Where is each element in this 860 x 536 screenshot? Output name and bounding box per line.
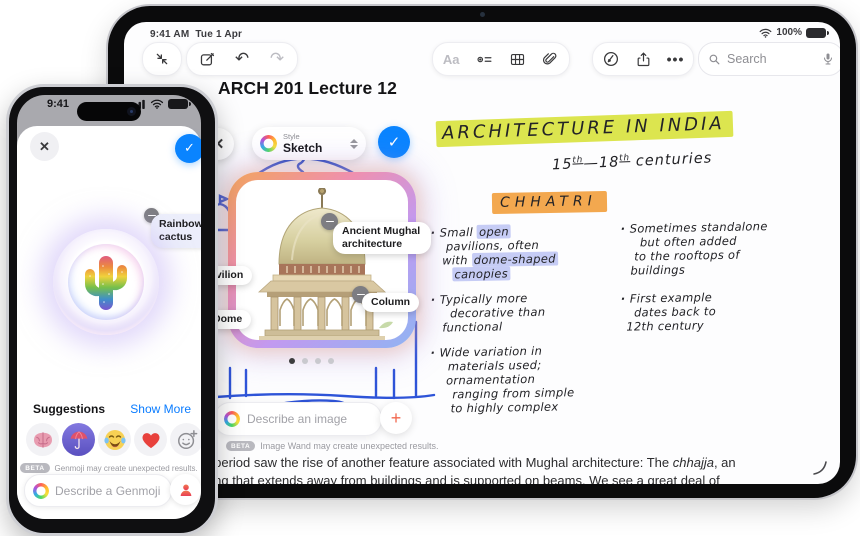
- beta-badge: BETA: [20, 463, 50, 473]
- image-wand-style-icon: [260, 135, 277, 152]
- ipad-screen: 9:41 AM Tue 1 Apr 100% ↶ ↷ Aa ••• Search…: [124, 22, 840, 484]
- person-icon: [180, 484, 191, 496]
- wand-beta-disclaimer: BETA Image Wand may create unexpected re…: [226, 441, 438, 451]
- battery-icon: [168, 99, 191, 109]
- toolbar-format-group: Aa: [432, 42, 570, 76]
- describe-image-input[interactable]: Describe an image: [214, 402, 382, 436]
- note-bullet: · Small open pavilions, often with dome-…: [430, 224, 558, 282]
- notes-left-column: · Small open pavilions, often with dome-…: [430, 224, 620, 425]
- checkmark-icon: ✓: [387, 133, 401, 151]
- beta-badge: BETA: [226, 441, 256, 451]
- describe-genmoji-input[interactable]: Describe a Genmoji: [24, 474, 172, 507]
- ipad-status-right: 100%: [759, 27, 829, 38]
- tag-column: Column: [362, 293, 420, 312]
- show-more-link[interactable]: Show More: [130, 402, 191, 416]
- handwritten-section-title: CHHATRI: [491, 190, 607, 215]
- describe-genmoji-placeholder: Describe a Genmoji: [55, 483, 161, 498]
- add-emoji-icon[interactable]: [170, 423, 201, 456]
- checklist-icon[interactable]: [469, 44, 499, 74]
- genmoji-accept-button[interactable]: ✓: [175, 134, 201, 163]
- suggestion-brain-emoji[interactable]: [26, 423, 59, 456]
- genmoji-prompt-tag: Rainbow cactus: [151, 214, 201, 248]
- redo-icon: ↷: [269, 48, 285, 69]
- ipad-status-left: 9:41 AM Tue 1 Apr: [150, 29, 242, 40]
- battery-percent: 100%: [776, 27, 802, 38]
- handwritten-heading: ARCHITECTURE IN INDIA: [435, 110, 734, 148]
- note-bullet: · First example dates back to 12th centu…: [620, 290, 717, 334]
- generated-chhatri-image: [257, 188, 393, 340]
- toolbar-collapse-group: [142, 42, 182, 76]
- undo-icon[interactable]: ↶: [227, 44, 257, 74]
- front-camera: [127, 107, 136, 116]
- search-icon: [709, 54, 720, 64]
- markup-icon[interactable]: [596, 44, 626, 74]
- describe-image-placeholder: Describe an image: [247, 412, 348, 426]
- ipad-status-time: 9:41 AM: [150, 29, 190, 40]
- suggestion-red-heart-emoji[interactable]: [134, 423, 167, 456]
- generated-image-frame[interactable]: [228, 172, 416, 348]
- tag-ancient-mughal: Ancient Mughal architecture: [333, 222, 431, 254]
- checkmark-icon: ✓: [184, 141, 195, 156]
- wifi-icon: [760, 28, 772, 38]
- wand-accept-button[interactable]: ✓: [378, 126, 410, 158]
- iphone-status-time: 9:41: [47, 98, 70, 110]
- ipad-front-camera: [480, 12, 485, 17]
- battery-icon: [806, 27, 829, 38]
- attachment-icon[interactable]: [536, 44, 566, 74]
- page-curl[interactable]: [810, 456, 832, 478]
- add-image-button[interactable]: +: [380, 402, 412, 434]
- page-dots[interactable]: [289, 358, 334, 364]
- genmoji-close-button[interactable]: ✕: [30, 132, 59, 161]
- genmoji-sheet: ✕ ✓ Rainbow cactus Suggestions Show More…: [17, 126, 201, 519]
- genmoji-icon: [33, 482, 49, 499]
- rainbow-cactus-emoji: [84, 256, 128, 310]
- chevron-up-down-icon: [350, 138, 358, 149]
- suggestions-title: Suggestions: [33, 402, 106, 416]
- plus-icon: +: [390, 407, 402, 428]
- text-format-icon: Aa: [442, 51, 460, 67]
- more-icon[interactable]: •••: [661, 44, 691, 74]
- search-field[interactable]: Search: [698, 42, 840, 76]
- handwritten-subheading: 15th—18th centuries: [551, 150, 713, 174]
- person-genmoji-button[interactable]: [170, 474, 201, 505]
- close-icon: ✕: [39, 138, 50, 154]
- ipad-status-date: Tue 1 Apr: [195, 29, 243, 40]
- notes-right-column: · Sometimes standalone but often added t…: [620, 219, 810, 343]
- collapse-icon[interactable]: [147, 44, 177, 74]
- suggestion-umbrella-genmoji[interactable]: [62, 423, 95, 456]
- note-bullet: · Typically more decorative than functio…: [430, 291, 546, 335]
- ipad-device: 9:41 AM Tue 1 Apr 100% ↶ ↷ Aa ••• Search…: [108, 6, 856, 498]
- microphone-icon[interactable]: [822, 52, 834, 66]
- share-icon[interactable]: [628, 44, 658, 74]
- note-body-line1: s period saw the rise of another feature…: [204, 455, 736, 470]
- iphone-screen: 9:41 ✕ ✓ Rainbow cactus Suggestions Show…: [17, 95, 201, 519]
- note-body-line2: ning that extends away from buildings an…: [204, 473, 720, 484]
- note-bullet: · Sometimes standalone but often added t…: [620, 219, 768, 278]
- compose-icon[interactable]: [192, 44, 222, 74]
- genmoji-beta-disclaimer: BETA Genmoji may create unexpected resul…: [17, 463, 201, 473]
- suggestion-laughing-crying-emoji[interactable]: [98, 423, 131, 456]
- style-label: Style: [283, 132, 300, 142]
- style-value: Sketch: [283, 140, 323, 155]
- table-icon[interactable]: [503, 44, 533, 74]
- note-title: ARCH 201 Lecture 12: [218, 78, 397, 98]
- search-placeholder: Search: [727, 52, 767, 66]
- image-wand-icon: [224, 411, 240, 427]
- toolbar-edit-group: ↶ ↷: [186, 42, 298, 76]
- wifi-icon: [150, 99, 164, 109]
- iphone-device: 9:41 ✕ ✓ Rainbow cactus Suggestions Show…: [6, 84, 218, 536]
- toolbar-action-group: •••: [592, 42, 694, 76]
- style-picker[interactable]: Style Sketch: [252, 127, 366, 160]
- dynamic-island: [77, 102, 141, 121]
- note-bullet: · Wide variation in materials used; orna…: [430, 343, 575, 416]
